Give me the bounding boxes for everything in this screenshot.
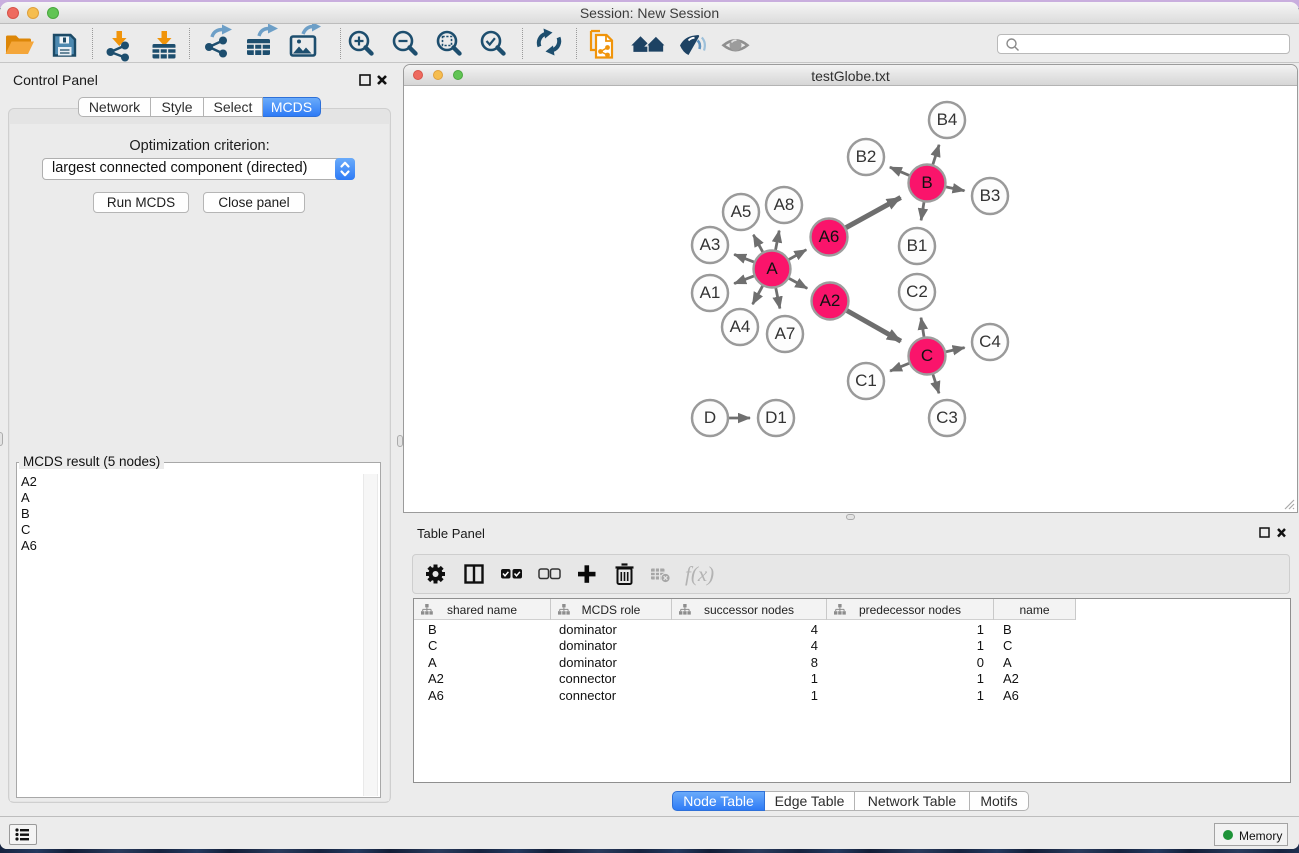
svg-text:A2: A2 xyxy=(820,291,841,310)
svg-text:B2: B2 xyxy=(856,147,877,166)
svg-text:A8: A8 xyxy=(774,195,795,214)
svg-text:D1: D1 xyxy=(765,408,787,427)
svg-text:C4: C4 xyxy=(979,332,1001,351)
svg-text:A5: A5 xyxy=(731,202,752,221)
svg-text:D: D xyxy=(704,408,716,427)
svg-text:C3: C3 xyxy=(936,408,958,427)
svg-text:B1: B1 xyxy=(907,236,928,255)
svg-text:A: A xyxy=(766,259,778,278)
svg-text:B: B xyxy=(921,173,932,192)
svg-text:B3: B3 xyxy=(980,186,1001,205)
svg-text:f(x): f(x) xyxy=(685,562,714,586)
svg-text:C: C xyxy=(921,346,933,365)
svg-text:C1: C1 xyxy=(855,371,877,390)
svg-text:A4: A4 xyxy=(730,317,751,336)
svg-text:B4: B4 xyxy=(937,110,958,129)
svg-text:C2: C2 xyxy=(906,282,928,301)
svg-text:A3: A3 xyxy=(700,235,721,254)
svg-text:A7: A7 xyxy=(775,324,796,343)
svg-text:A1: A1 xyxy=(700,283,721,302)
svg-text:A6: A6 xyxy=(819,227,840,246)
